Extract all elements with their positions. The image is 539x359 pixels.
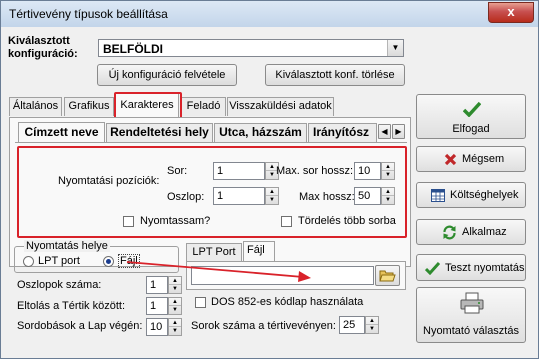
print-checkbox-label: Nyomtassam? (140, 215, 211, 227)
cancel-button-label: Mégsem (462, 153, 505, 165)
apply-button-label: Alkalmaz (462, 226, 507, 238)
test-print-button-label: Teszt nyomtatás (445, 262, 525, 274)
columns-label: Oszlopok száma: (17, 279, 102, 291)
config-label-line1: Kiválasztott (8, 35, 70, 47)
tab-altalanos[interactable]: Általános (9, 97, 62, 116)
tab-felado[interactable]: Feladó (181, 97, 226, 116)
print-positions-label: Nyomtatási pozíciók: (58, 175, 160, 187)
subtab-iranyitoszam[interactable]: Irányítósz (308, 123, 377, 142)
accept-button[interactable]: Elfogad (416, 94, 526, 139)
tab-scroll-right-icon[interactable]: ▶ (392, 124, 405, 139)
max-row-length-label: Max. sor hossz: (276, 165, 354, 177)
columns-input[interactable]: 1 (146, 276, 168, 294)
spin-up-icon[interactable]: ▲ (266, 188, 278, 196)
cost-centers-button[interactable]: Költséghelyek (416, 182, 526, 208)
browse-button[interactable] (375, 265, 400, 286)
spin-up-icon[interactable]: ▲ (169, 319, 181, 327)
dialog-window: Tértivevény típusok beállítása x Kiválas… (0, 0, 539, 359)
tab-grafikus[interactable]: Grafikus (64, 97, 114, 116)
refresh-icon (443, 225, 456, 240)
chevron-down-icon[interactable]: ▼ (387, 40, 403, 56)
spin-up-icon[interactable]: ▲ (169, 277, 181, 285)
wrap-checkbox[interactable] (281, 216, 292, 227)
rows-count-spinner[interactable]: ▲ ▼ (365, 316, 379, 334)
offset-input[interactable]: 1 (146, 297, 168, 315)
file-radio[interactable] (103, 256, 114, 267)
dialog-body: Kiválasztott konfiguráció: BELFÖLDI ▼ Új… (5, 29, 534, 355)
rows-count-input[interactable]: 25 (339, 316, 365, 334)
printer-icon (460, 292, 484, 314)
wrap-checkbox-label: Tördelés több sorba (298, 215, 396, 227)
close-button[interactable]: x (488, 2, 534, 23)
spin-up-icon[interactable]: ▲ (366, 317, 378, 325)
cancel-x-icon (444, 153, 457, 166)
checkmark-icon (463, 101, 481, 117)
folder-open-icon (379, 270, 396, 282)
spin-down-icon[interactable]: ▼ (382, 171, 394, 179)
max-row-length-spinner[interactable]: ▲ ▼ (381, 162, 395, 180)
config-label-line2: konfiguráció: (8, 48, 78, 60)
offset-label: Eltolás a Tértik között: (17, 300, 126, 312)
subtab-rendeltetesi-hely[interactable]: Rendeltetési hely (106, 123, 213, 142)
breaks-input[interactable]: 10 (146, 318, 168, 336)
delete-config-button[interactable]: Kiválasztott konf. törlése (265, 64, 405, 86)
cost-centers-button-label: Költséghelyek (450, 189, 519, 201)
accept-button-label: Elfogad (452, 123, 490, 135)
tab-scroll-left-icon[interactable]: ◀ (378, 124, 391, 139)
row-input[interactable]: 1 (213, 162, 265, 180)
max-length-input[interactable]: 50 (354, 187, 381, 205)
spin-up-icon[interactable]: ▲ (382, 163, 394, 171)
cancel-button[interactable]: Mégsem (416, 146, 526, 172)
breaks-label: Sordobások a Lap végén: (17, 320, 143, 332)
spin-up-icon[interactable]: ▲ (169, 298, 181, 306)
new-config-button[interactable]: Új konfiguráció felvétele (97, 64, 237, 86)
spin-down-icon[interactable]: ▼ (266, 196, 278, 204)
col-label: Oszlop: (167, 191, 205, 203)
config-select-value: BELFÖLDI (103, 42, 163, 56)
spin-down-icon[interactable]: ▼ (169, 285, 181, 293)
dos-codepage-checkbox[interactable] (195, 297, 206, 308)
col-spinner[interactable]: ▲ ▼ (265, 187, 279, 205)
window-title: Tértivevény típusok beállítása (9, 7, 168, 21)
config-label: Kiválasztott konfiguráció: (8, 35, 78, 61)
print-checkbox[interactable] (123, 216, 134, 227)
tab-visszakuldesi[interactable]: Visszaküldési adatok (227, 97, 334, 116)
spin-down-icon[interactable]: ▼ (382, 196, 394, 204)
dos-codepage-label: DOS 852-es kódlap használata (211, 296, 364, 308)
rows-count-label: Sorok száma a tértivevényen: (191, 320, 336, 332)
lpt-port-radio-label: LPT port (38, 255, 80, 267)
max-length-label: Max hossz: (299, 191, 355, 203)
spin-up-icon[interactable]: ▲ (382, 188, 394, 196)
spin-down-icon[interactable]: ▼ (169, 327, 181, 335)
offset-spinner[interactable]: ▲ ▼ (168, 297, 182, 315)
max-length-spinner[interactable]: ▲ ▼ (381, 187, 395, 205)
spin-down-icon[interactable]: ▼ (366, 325, 378, 333)
printer-select-button[interactable]: Nyomtató választás (416, 287, 526, 343)
close-icon: x (507, 4, 515, 19)
col-input[interactable]: 1 (213, 187, 265, 205)
subtab-divider (15, 142, 407, 143)
columns-spinner[interactable]: ▲ ▼ (168, 276, 182, 294)
max-row-length-input[interactable]: 10 (354, 162, 381, 180)
printer-select-button-label: Nyomtató választás (423, 325, 519, 337)
lpt-port-radio[interactable] (23, 256, 34, 267)
table-icon (431, 189, 445, 202)
title-bar[interactable]: Tértivevény típusok beállítása x (1, 1, 538, 27)
subtab-utca-hazszam[interactable]: Utca, házszám (214, 123, 307, 142)
config-select[interactable]: BELFÖLDI ▼ (98, 39, 404, 57)
test-print-button[interactable]: Teszt nyomtatás (416, 254, 526, 281)
print-place-label: Nyomtatás helye (24, 240, 110, 252)
apply-button[interactable]: Alkalmaz (416, 219, 526, 245)
breaks-spinner[interactable]: ▲ ▼ (168, 318, 182, 336)
subtab-cimzett-neve[interactable]: Címzett neve (18, 122, 105, 142)
spin-down-icon[interactable]: ▼ (169, 306, 181, 314)
active-tab-highlight (114, 92, 182, 119)
checkmark-icon (425, 261, 440, 275)
row-label: Sor: (167, 165, 188, 177)
